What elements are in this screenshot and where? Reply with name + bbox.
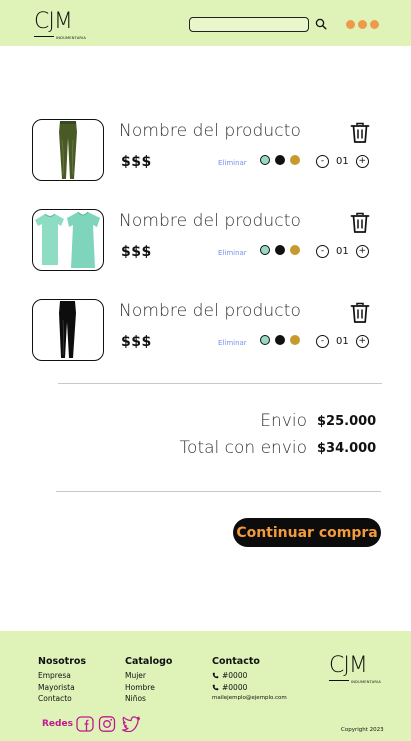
menu-dot (370, 20, 379, 29)
swatch-black[interactable] (275, 335, 285, 345)
swatch-gold[interactable] (290, 245, 300, 255)
swatch-mint[interactable] (260, 245, 270, 255)
footer-phone[interactable]: #0000 (212, 682, 287, 694)
product-price: $$$ (121, 334, 152, 350)
footer-column-title: Catalogo (125, 656, 173, 667)
phone-icon (212, 672, 219, 679)
footer-link-hombre[interactable]: Hombre (125, 682, 172, 694)
footer-column-title: Contacto (212, 656, 260, 667)
copyright: Copyright 2023 (341, 727, 384, 733)
shipping-label: Envio (260, 411, 307, 431)
footer-link-mujer[interactable]: Mujer (125, 670, 172, 682)
product-name: Nombre del producto (119, 121, 302, 141)
color-swatches (260, 155, 300, 165)
menu-dot (358, 20, 367, 29)
logo-subtitle: INDUMENTARIA (56, 36, 86, 40)
cart-item: Nombre del producto $$$ Eliminar - 01 + (0, 119, 411, 181)
swatch-mint[interactable] (260, 155, 270, 165)
footer-link-contacto[interactable]: Contacto (38, 693, 86, 705)
footer-link-mayorista[interactable]: Mayorista (38, 682, 86, 694)
minus-icon[interactable]: - (316, 335, 329, 348)
remove-link[interactable]: Eliminar (218, 249, 247, 257)
header: CJM INDUMENTARIA (0, 0, 411, 46)
remove-link[interactable]: Eliminar (218, 159, 247, 167)
quantity-value: 01 (336, 246, 349, 257)
logo-underline (34, 36, 54, 37)
logo[interactable]: CJM INDUMENTARIA (34, 9, 90, 40)
product-name: Nombre del producto (119, 211, 302, 231)
trash-icon[interactable] (350, 212, 370, 234)
phone-icon (212, 684, 219, 691)
footer-column-nosotros: Nosotros Empresa Mayorista Contacto (38, 656, 86, 705)
logo-underline (329, 680, 349, 681)
total-value: $34.000 (317, 441, 377, 456)
cart-item: Nombre del producto $$$ Eliminar - 01 + (0, 209, 411, 271)
remove-link[interactable]: Eliminar (218, 339, 247, 347)
color-swatches (260, 335, 300, 345)
logo-text: CJM (329, 653, 368, 678)
footer: Nosotros Empresa Mayorista Contacto Cata… (0, 631, 411, 741)
footer-link-empresa[interactable]: Empresa (38, 670, 86, 682)
product-image-olive-leggings (32, 119, 104, 181)
product-name: Nombre del producto (119, 301, 302, 321)
product-image-black-leggings (32, 299, 104, 361)
instagram-icon[interactable] (98, 716, 116, 732)
social-label: Redes (42, 719, 73, 729)
footer-email[interactable]: mailejemplo@ejemplo.com (212, 695, 287, 701)
plus-icon[interactable]: + (355, 155, 369, 168)
logo-text: CJM (34, 9, 73, 34)
color-swatches (260, 245, 300, 255)
plus-icon[interactable]: + (355, 335, 369, 348)
phone-number: #0000 (222, 671, 248, 680)
swatch-gold[interactable] (290, 335, 300, 345)
menu-dot (346, 20, 355, 29)
footer-phone[interactable]: #0000 (212, 670, 287, 682)
swatch-black[interactable] (275, 155, 285, 165)
divider (58, 383, 382, 384)
quantity-value: 01 (336, 336, 349, 347)
product-price: $$$ (121, 154, 152, 170)
logo-subtitle: INDUMENTARIA (351, 680, 381, 684)
footer-column-contacto: Contacto #0000 #0000 mailejemplo@ejemplo… (212, 656, 287, 701)
divider (56, 491, 381, 492)
total-label: Total con envio (179, 438, 307, 458)
swatch-gold[interactable] (290, 155, 300, 165)
quantity-stepper: - 01 + (316, 155, 369, 168)
swatch-mint[interactable] (260, 335, 270, 345)
trash-icon[interactable] (350, 302, 370, 324)
menu-dots-icon[interactable] (346, 20, 379, 29)
quantity-stepper: - 01 + (316, 335, 369, 348)
footer-column-catalogo: Catalogo Mujer Hombre Niños (125, 656, 172, 705)
quantity-stepper: - 01 + (316, 245, 369, 258)
trash-icon[interactable] (350, 122, 370, 144)
product-image-mint-shirts (32, 209, 104, 271)
twitter-icon[interactable] (121, 716, 141, 732)
shipping-value: $25.000 (317, 414, 377, 429)
minus-icon[interactable]: - (316, 155, 329, 168)
footer-logo: CJM INDUMENTARIA (329, 653, 384, 684)
footer-column-title: Nosotros (38, 656, 87, 667)
facebook-icon[interactable] (76, 716, 94, 732)
plus-icon[interactable]: + (355, 245, 369, 258)
quantity-value: 01 (336, 156, 349, 167)
continue-purchase-button[interactable]: Continuar compra (233, 518, 381, 547)
footer-link-ninos[interactable]: Niños (125, 693, 172, 705)
search-input[interactable] (189, 17, 309, 32)
product-price: $$$ (121, 244, 152, 260)
cart-item: Nombre del producto $$$ Eliminar - 01 + (0, 299, 411, 361)
swatch-black[interactable] (275, 245, 285, 255)
phone-number: #0000 (222, 682, 248, 692)
minus-icon[interactable]: - (316, 245, 329, 258)
search-icon[interactable] (315, 18, 327, 30)
